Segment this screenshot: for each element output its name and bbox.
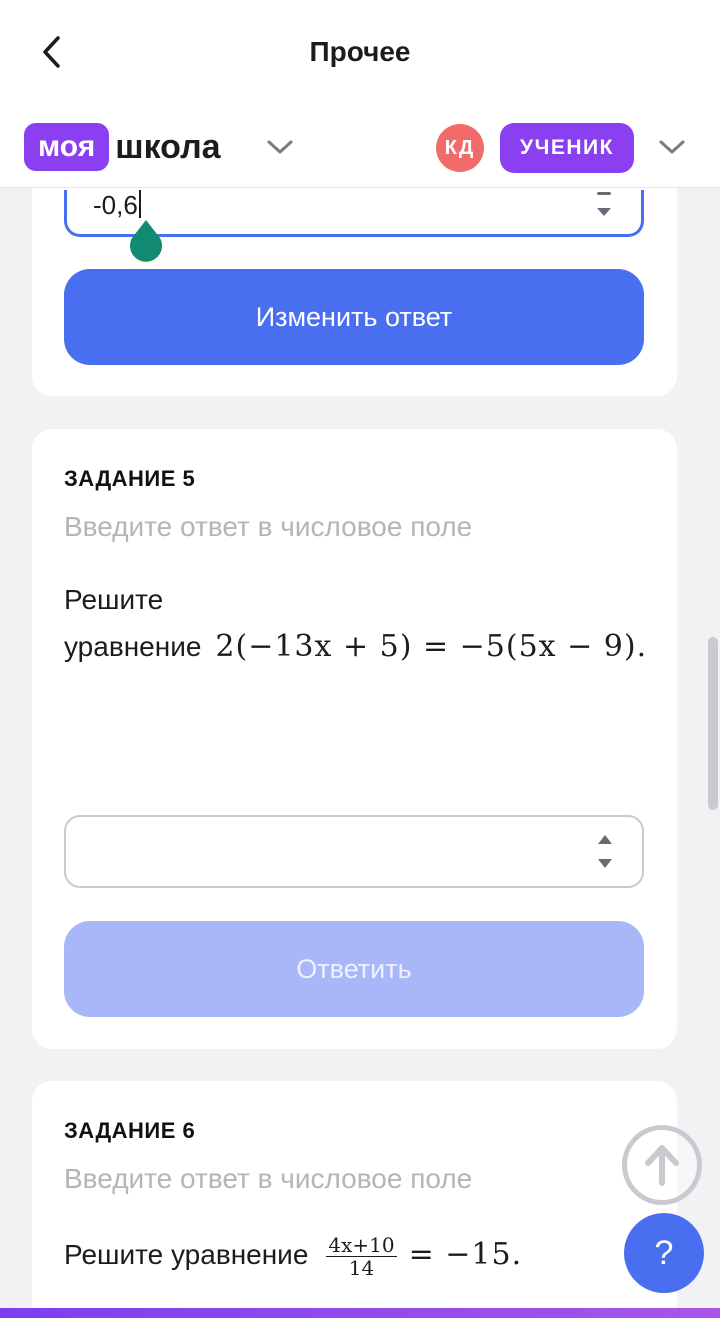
fraction: 4x+10 14 [326, 1233, 397, 1281]
logo[interactable]: моя школа [24, 123, 221, 171]
submit-answer-button[interactable]: Ответить [64, 921, 644, 1017]
task-statement: Решите уравнение 4x+10 14 = −15. [64, 1231, 522, 1279]
equation-rest: = −15. [408, 1237, 523, 1272]
logo-shkola: школа [115, 128, 221, 166]
help-button[interactable]: ? [624, 1213, 704, 1293]
role-badge[interactable]: УЧЕНИК [500, 123, 634, 173]
task-5-card: ЗАДАНИЕ 5 Введите ответ в числовое поле … [32, 429, 677, 1049]
spinner-icon[interactable] [595, 188, 613, 222]
task-hint: Введите ответ в числовое поле [64, 1163, 473, 1194]
fraction-denominator: 14 [348, 1256, 375, 1281]
top-bar: Прочее [0, 0, 720, 106]
task-text-line1: Решите [64, 584, 164, 615]
chevron-down-icon[interactable] [658, 138, 686, 156]
task-statement: Решите уравнение 2(−13x + 5) = −5(5x − 9)… [64, 576, 647, 670]
task-6-card: ЗАДАНИЕ 6 Введите ответ в числовое поле … [32, 1081, 677, 1318]
task-hint: Введите ответ в числовое поле [64, 511, 473, 542]
page-title: Прочее [309, 36, 411, 67]
change-answer-button[interactable]: Изменить ответ [64, 269, 644, 365]
answer-input[interactable] [64, 815, 644, 888]
task-title: ЗАДАНИЕ 6 [64, 1118, 196, 1143]
scrollbar[interactable] [708, 637, 718, 810]
bottom-accent-strip [0, 1308, 720, 1318]
task-title: ЗАДАНИЕ 5 [64, 466, 196, 491]
avatar[interactable]: КД [436, 124, 484, 172]
arrow-up-icon [645, 1145, 679, 1186]
scroll-to-top-button[interactable] [622, 1125, 702, 1205]
fraction-numerator: 4x+10 [326, 1233, 397, 1258]
equation: 2(−13x + 5) = −5(5x − 9). [215, 629, 648, 664]
task-text: Решите уравнение [64, 1239, 309, 1270]
task-text-line2: уравнение [64, 631, 202, 662]
text-caret [138, 190, 141, 218]
chevron-down-icon[interactable] [266, 138, 294, 156]
text-selection-handle-icon[interactable] [126, 218, 166, 266]
logo-moya: моя [24, 123, 110, 171]
spinner-icon[interactable] [596, 833, 614, 871]
answer-input-value[interactable]: -0,6 [93, 190, 141, 221]
